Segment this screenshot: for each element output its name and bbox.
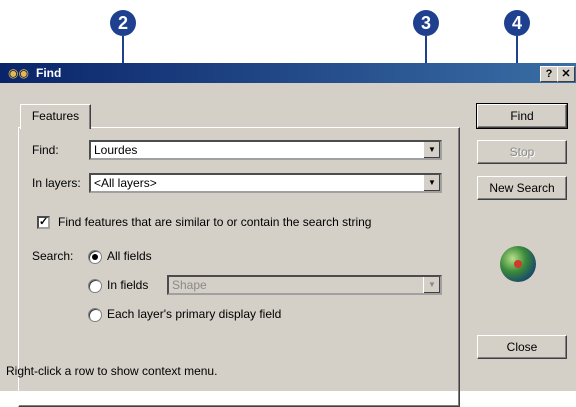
find-input-value: Lourdes [94, 143, 138, 157]
find-dialog: ◉◉ Find ? ✕ Features Find: Lourdes ▼ In … [0, 63, 576, 407]
radio-all-fields-label: All fields [107, 249, 152, 263]
radio-in-fields-label: In fields [107, 278, 149, 292]
radio-primary-display-field[interactable] [88, 308, 102, 322]
similar-checkbox[interactable]: ✓ [37, 216, 50, 229]
search-label: Search: [32, 249, 74, 263]
stop-button[interactable]: Stop [477, 140, 567, 164]
close-window-button[interactable]: ✕ [557, 66, 575, 82]
in-fields-value: Shape [172, 278, 207, 292]
window-title: Find [36, 66, 62, 80]
in-layers-label: In layers: [32, 176, 81, 190]
find-input[interactable]: Lourdes ▼ [89, 140, 442, 160]
status-text: Right-click a row to show context menu. [6, 364, 218, 378]
similar-checkbox-label: Find features that are similar to or con… [58, 215, 372, 229]
new-search-button[interactable]: New Search [477, 176, 567, 200]
globe-icon [500, 246, 536, 282]
tab-features[interactable]: Features [20, 104, 91, 129]
close-button[interactable]: Close [477, 335, 567, 359]
binoculars-icon: ◉◉ [8, 66, 29, 80]
radio-in-fields[interactable] [88, 279, 102, 293]
chevron-down-icon[interactable]: ▼ [423, 277, 440, 293]
in-fields-select[interactable]: Shape ▼ [167, 275, 442, 295]
callout-2: 2 [110, 10, 136, 36]
title-bar: ◉◉ Find ? ✕ [0, 63, 576, 83]
chevron-down-icon[interactable]: ▼ [423, 175, 440, 191]
chevron-down-icon[interactable]: ▼ [423, 142, 440, 158]
radio-primary-display-field-label: Each layer's primary display field [107, 307, 282, 321]
radio-all-fields[interactable] [88, 250, 102, 264]
find-button[interactable]: Find [476, 103, 568, 129]
globe-marker [514, 260, 522, 268]
callout-4: 4 [504, 10, 530, 36]
find-label: Find: [32, 143, 59, 157]
callout-3: 3 [413, 10, 439, 36]
in-layers-value: <All layers> [94, 176, 157, 190]
help-button[interactable]: ? [540, 66, 558, 82]
in-layers-select[interactable]: <All layers> ▼ [89, 173, 442, 193]
